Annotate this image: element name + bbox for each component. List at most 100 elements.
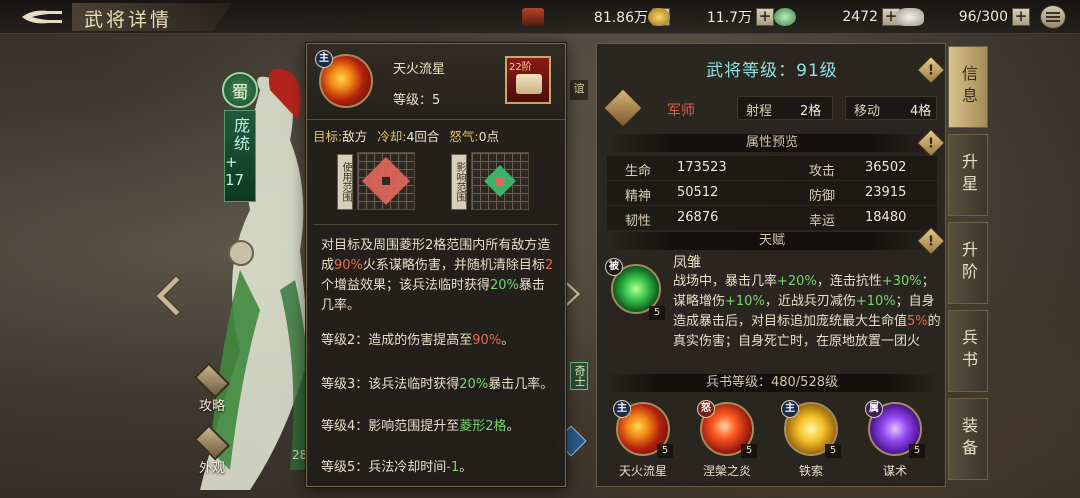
highlight-text: 90%: [472, 333, 502, 348]
highlight-text: 20%: [490, 278, 519, 293]
tab-2[interactable]: 升阶: [948, 222, 988, 304]
skill-type-badge: 主: [781, 400, 799, 418]
class-row: 军师 射程 2格 移动 4格: [603, 88, 937, 128]
appearance-button[interactable]: 外观: [190, 424, 234, 476]
jade-icon: [774, 8, 796, 26]
hero-class: 军师: [667, 103, 695, 119]
back-arrow-icon: [22, 10, 62, 24]
prev-hero-arrow-icon[interactable]: [152, 274, 182, 318]
hero-name: 庞统: [231, 117, 250, 153]
text-segment: 个增益效果；该兵法临时获得: [321, 278, 491, 293]
tab-label: 信息: [959, 65, 978, 109]
target-value: 敌方: [342, 129, 368, 144]
move-value: 4格: [910, 104, 932, 119]
highlight-text: 5%: [907, 314, 928, 329]
text-segment: 战场中，暴击几率: [673, 274, 778, 289]
talent-description: 战场中，暴击几率+20%，连击抗性+30%；谋略增伤+10%，近战兵刃减伤+10…: [673, 272, 941, 368]
talent-level: 5: [649, 306, 665, 320]
highlight-text: 90%: [334, 258, 363, 273]
back-button[interactable]: [16, 6, 68, 28]
range-box: 射程 2格: [737, 96, 833, 120]
popup-divider: [313, 224, 559, 225]
hero-info-panel: 武将等级：91级 ! 军师 射程 2格 移动 4格 属性预览 ! 生命 1735…: [596, 43, 946, 487]
stat-value: 23915: [865, 185, 907, 200]
text-segment: 。: [459, 460, 473, 475]
tab-4[interactable]: 装备: [948, 398, 988, 480]
rage-value: 0点: [478, 129, 500, 144]
highlight-text: 20%: [459, 377, 489, 392]
page-title: 武将详情: [84, 9, 173, 31]
skill-level: 等级：5: [393, 93, 441, 108]
skill-slot[interactable]: 属 5 谋术: [863, 400, 927, 484]
skill-type-badge: 属: [865, 400, 883, 418]
strategy-button[interactable]: 攻略: [190, 362, 234, 414]
resource-jade: 2472 +: [774, 7, 900, 27]
menu-icon: [1046, 12, 1060, 22]
skill-level: 5: [741, 444, 757, 458]
hero-level-title: 武将等级：91级: [706, 61, 838, 81]
stat-value: 18480: [865, 210, 907, 225]
skill-name: 天火流星: [618, 464, 667, 478]
range-value: 2格: [800, 104, 822, 119]
text-segment: 等级4：影响范围提升至: [321, 419, 460, 434]
text-segment: 。: [506, 419, 520, 434]
side-number: 28: [292, 448, 308, 462]
skill-type-badge: 主: [613, 400, 631, 418]
gold-coin-icon: [648, 8, 670, 26]
tab-1[interactable]: 升星: [948, 134, 988, 216]
menu-button[interactable]: [1040, 5, 1066, 29]
stat-row: 韧性 26876 幸运 18480: [607, 206, 937, 230]
range-label: 射程: [746, 104, 773, 119]
effect-range-grid: [471, 152, 529, 210]
tab-3[interactable]: 兵书: [948, 310, 988, 392]
text-segment: 等级5：兵法冷却时间: [321, 460, 447, 475]
tab-0[interactable]: 信息: [948, 46, 988, 128]
skill-slot[interactable]: 主 5 铁索: [779, 400, 843, 484]
upgrade-level-4: 等级4：影响范围提升至菱形2格。: [321, 417, 557, 437]
resource-value: 81.86万: [593, 10, 648, 26]
skill-rank-box: 22阶: [505, 56, 551, 104]
strategy-label: 攻略: [198, 399, 225, 414]
highlight-text: +10%: [855, 294, 896, 309]
skill-level: 5: [909, 444, 925, 458]
skill-level: 5: [657, 444, 673, 458]
stat-value: 36502: [865, 160, 907, 175]
skill-name: 谋术: [882, 464, 907, 478]
skill-slot[interactable]: 怒 5 涅槃之炎: [695, 400, 759, 484]
stat-label: 防御: [809, 189, 836, 204]
talent-name: 凤雏: [673, 255, 701, 271]
talent-section-title: 天赋: [607, 232, 937, 250]
skill-name: 铁索: [798, 464, 823, 478]
text-segment: 。: [501, 333, 515, 348]
effect-range-icon: [484, 165, 516, 197]
cooldown-key: 冷却: [377, 129, 403, 144]
next-hero-arrow-icon[interactable]: [563, 279, 583, 309]
skill-target-line: 目标:敌方 冷却:4回合 怒气:0点: [313, 129, 500, 144]
text-segment: 等级2：造成的伤害提高至: [321, 333, 473, 348]
hero-level-bonus: + 17: [225, 153, 245, 189]
skill-rank: 22阶: [509, 62, 532, 73]
stat-value: 50512: [677, 185, 719, 200]
class-tag: 奇士: [570, 362, 588, 390]
stat-row: 精神 50512 防御 23915: [607, 181, 937, 205]
stat-label: 生命: [625, 164, 652, 179]
effect-range-label: 影响范围: [451, 154, 467, 210]
highlight-text: -1: [446, 460, 460, 475]
upgrade-level-5: 等级5：兵法冷却时间-1。: [321, 458, 557, 478]
add-silver-button[interactable]: +: [1012, 8, 1030, 26]
upgrade-level-2: 等级2：造成的伤害提高至90%。: [321, 331, 557, 351]
highlight-text: +20%: [777, 274, 817, 289]
resource-value: 2472: [842, 9, 878, 25]
skill-slot[interactable]: 主 5 天火流星: [611, 400, 675, 484]
avatar[interactable]: [228, 240, 254, 266]
add-gold-button[interactable]: +: [756, 8, 774, 26]
tab-label: 兵书: [959, 329, 978, 373]
text-segment: 火系谋略伤害，并随机清除目标: [362, 258, 545, 273]
highlight-text: 2: [544, 258, 554, 273]
stat-row: 生命 173523 攻击 36502: [607, 156, 937, 180]
upgrade-level-3: 等级3：该兵法临时获得20%暴击几率。: [321, 375, 557, 395]
top-bar: 武将详情 81.86万 + 11.7万 + 2472 + 96/300 +: [0, 0, 1080, 34]
use-range-label: 使用范围: [337, 154, 353, 210]
hero-name-plate: 庞统 + 17: [224, 110, 256, 202]
silver-ingot-icon: [896, 8, 924, 26]
